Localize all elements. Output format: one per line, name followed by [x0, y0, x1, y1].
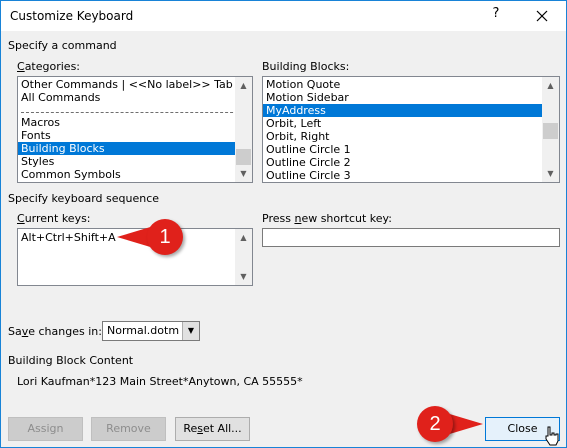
dialog-title: Customize Keyboard [10, 9, 134, 23]
callout-1: 1 [113, 219, 183, 255]
scroll-up-icon[interactable]: ▲ [542, 77, 559, 94]
scroll-up-icon[interactable]: ▲ [235, 77, 252, 94]
save-changes-select[interactable]: Normal.dotm ▼ [102, 321, 200, 341]
new-shortcut-input[interactable] [262, 228, 560, 247]
building-block-item[interactable]: Outline Circle 1 [263, 143, 559, 156]
category-item[interactable]: Macros [18, 116, 252, 129]
category-item-selected[interactable]: Building Blocks [18, 142, 235, 155]
category-item[interactable]: All Commands [18, 91, 252, 104]
hand-cursor-icon [545, 426, 559, 446]
scroll-thumb[interactable] [236, 149, 251, 165]
scroll-thumb[interactable] [543, 123, 558, 139]
save-changes-value: Normal.dotm [107, 324, 180, 337]
close-window-button[interactable] [531, 5, 553, 27]
building-block-item-selected[interactable]: MyAddress [263, 104, 542, 117]
building-block-item[interactable]: Motion Sidebar [263, 91, 559, 104]
assign-button[interactable]: Assign [8, 417, 83, 441]
callout-2: 2 [417, 406, 487, 442]
categories-scrollbar[interactable]: ▲ ▼ [235, 77, 252, 182]
content-heading: Building Block Content [8, 354, 134, 367]
current-keys-scrollbar[interactable]: ▲ ▼ [235, 229, 252, 285]
current-keys-label: Current keys: [17, 212, 91, 225]
remove-button[interactable]: Remove [91, 417, 166, 441]
building-blocks-list[interactable]: Motion Quote Motion Sidebar MyAddress Or… [262, 76, 560, 183]
reset-all-button[interactable]: Reset All... [175, 417, 250, 441]
building-block-item[interactable]: Motion Quote [263, 78, 559, 91]
category-item[interactable]: Common Symbols [18, 168, 252, 181]
keyboard-sequence-heading: Specify keyboard sequence [8, 192, 160, 205]
category-separator[interactable] [21, 107, 248, 113]
scroll-up-icon[interactable]: ▲ [235, 229, 252, 246]
callout-number: 1 [147, 219, 183, 255]
save-changes-label: Save changes in: [8, 325, 102, 338]
building-blocks-label: Building Blocks: [262, 60, 350, 73]
categories-list[interactable]: Other Commands | <<No label>> Tab All Co… [17, 76, 253, 183]
building-block-item[interactable]: Outline Circle 2 [263, 156, 559, 169]
new-shortcut-label: Press new shortcut key: [262, 212, 392, 225]
chevron-down-icon[interactable]: ▼ [182, 322, 199, 340]
building-block-item[interactable]: Outline Circle 3 [263, 169, 559, 182]
scroll-down-icon[interactable]: ▼ [235, 165, 252, 182]
category-item[interactable]: Other Commands | <<No label>> Tab [18, 78, 252, 91]
building-block-item[interactable]: Orbit, Right [263, 130, 559, 143]
close-icon [536, 10, 548, 22]
building-blocks-scrollbar[interactable]: ▲ ▼ [542, 77, 559, 182]
scroll-down-icon[interactable]: ▼ [542, 165, 559, 182]
building-block-item[interactable]: Orbit, Left [263, 117, 559, 130]
categories-label: Categories: [17, 60, 81, 73]
category-item[interactable]: Styles [18, 155, 252, 168]
specify-command-heading: Specify a command [8, 39, 117, 52]
help-button[interactable]: ? [485, 6, 507, 26]
title-bar: Customize Keyboard ? [1, 1, 566, 31]
building-block-content-text: Lori Kaufman*123 Main Street*Anytown, CA… [17, 375, 303, 388]
scroll-down-icon[interactable]: ▼ [235, 268, 252, 285]
category-item[interactable]: Fonts [18, 129, 252, 142]
callout-number: 2 [417, 406, 453, 442]
customize-keyboard-dialog: Customize Keyboard ? Specify a command C… [0, 0, 567, 448]
